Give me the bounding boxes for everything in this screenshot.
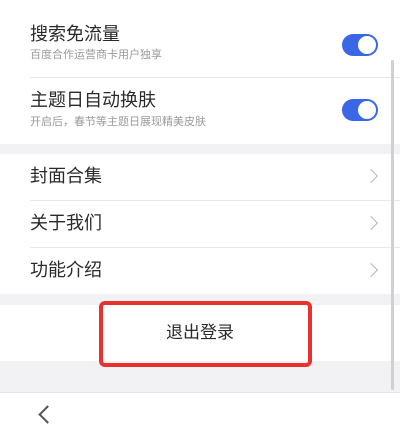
toggle-knob (358, 36, 376, 54)
setting-title: 搜索免流量 (30, 24, 120, 45)
menu-item-label: 功能介绍 (30, 260, 102, 281)
chevron-right-icon (363, 215, 379, 231)
toggle-knob (358, 101, 376, 119)
chevron-left-icon[interactable] (38, 405, 57, 424)
menu-item-label: 关于我们 (30, 213, 102, 234)
setting-search-data-free[interactable]: 搜索免流量 百度合作运营商卡用户独享 (0, 0, 400, 72)
menu-item-feature-intro[interactable]: 功能介绍 (0, 248, 400, 294)
menu-item-cover-collection[interactable]: 封面合集 (0, 154, 400, 200)
bottom-nav-bar (0, 392, 400, 434)
menu-item-label: 封面合集 (30, 166, 102, 187)
chevron-right-icon (363, 262, 379, 278)
toggle-switch[interactable] (342, 99, 378, 121)
setting-theme-day-skin[interactable]: 主题日自动换肤 开启后，春节等主题日展现精美皮肤 (0, 78, 400, 144)
menu-item-about-us[interactable]: 关于我们 (0, 201, 400, 247)
setting-subtitle: 开启后，春节等主题日展现精美皮肤 (30, 115, 206, 128)
highlight-annotation (99, 301, 312, 367)
scrollbar[interactable] (391, 60, 394, 390)
toggle-switch[interactable] (342, 34, 378, 56)
chevron-right-icon (363, 168, 379, 184)
setting-title: 主题日自动换肤 (30, 90, 156, 111)
settings-toggle-section: 搜索免流量 百度合作运营商卡用户独享 主题日自动换肤 开启后，春节等主题日展现精… (0, 0, 400, 144)
menu-section: 封面合集 关于我们 功能介绍 (0, 154, 400, 294)
setting-subtitle: 百度合作运营商卡用户独享 (30, 48, 162, 61)
